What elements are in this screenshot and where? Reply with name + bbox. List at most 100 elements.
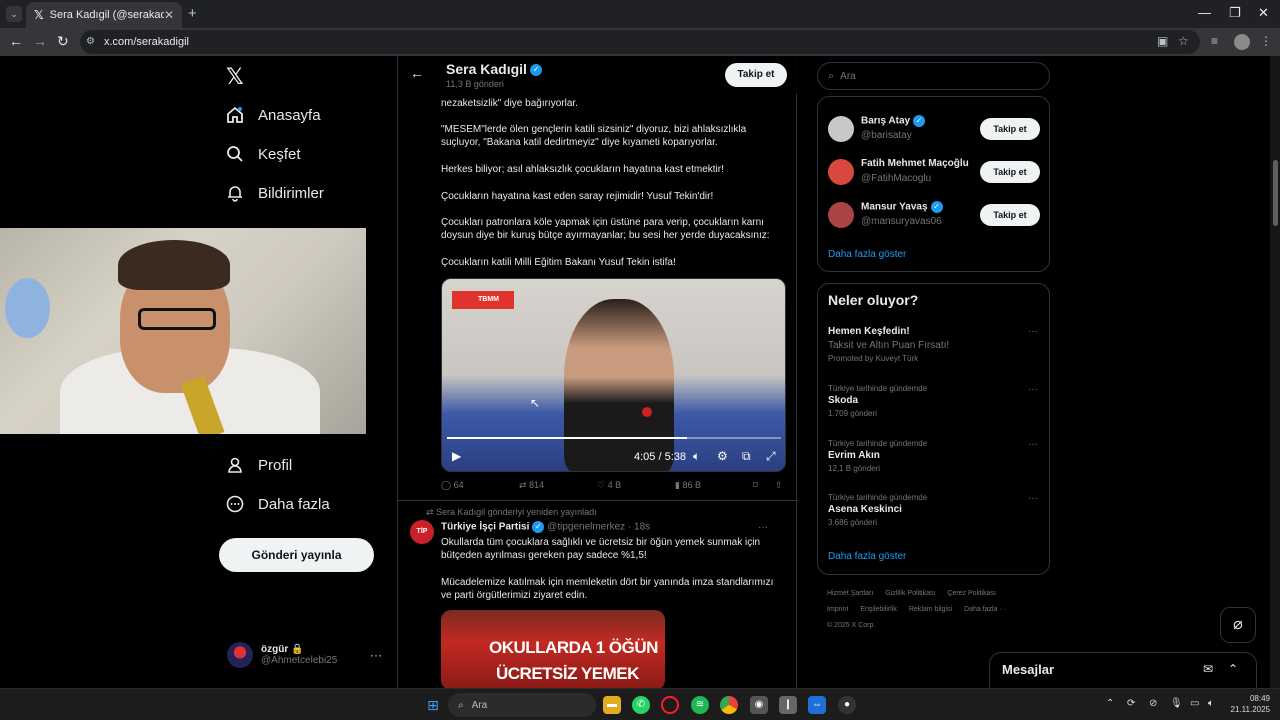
footer-link[interactable]: Çerez Politikası <box>947 590 996 597</box>
follow-button[interactable]: Takip et <box>725 63 787 87</box>
browser-tab-strip: ⌄ 𝕏 Sera Kadıgil (@serakadigil) / X ✕ + … <box>0 0 1280 28</box>
opera-icon[interactable] <box>661 696 679 714</box>
restore-button[interactable]: ❐ <box>1229 5 1241 21</box>
browser-tab[interactable]: 𝕏 Sera Kadıgil (@serakadigil) / X ✕ <box>26 2 182 28</box>
spotify-icon[interactable]: ≋ <box>691 696 709 714</box>
microphone-icon[interactable]: ❙ <box>779 696 797 714</box>
post-button[interactable]: Gönderi yayınla <box>219 538 374 572</box>
tray-expand-icon[interactable]: ⌃ <box>1106 698 1114 709</box>
teamviewer-icon[interactable]: ⇔ <box>808 696 826 714</box>
footer-link[interactable]: Imprint <box>827 606 848 613</box>
account-switcher[interactable]: özgür 🔒 @Ahmetcelebi25 <box>227 642 337 668</box>
image-text: OKULLARDA 1 ÖĞÜN <box>489 638 658 657</box>
footer-link[interactable]: Hizmet Şartları <box>827 590 873 597</box>
browser-profile-avatar[interactable] <box>1234 34 1250 50</box>
reload-button[interactable]: ↻ <box>57 33 69 50</box>
site-info-icon[interactable]: ⚙ <box>86 36 95 47</box>
nav-explore[interactable]: Keşfet <box>226 145 301 163</box>
volume-icon[interactable]: 🔈︎ <box>693 449 700 464</box>
post-count: 11,3 B gönderi <box>446 79 504 89</box>
nav-profile[interactable]: Profil <box>226 456 292 474</box>
fullscreen-icon[interactable]: ⤢ <box>766 449 776 464</box>
views-button[interactable]: ▮ 86 B <box>675 480 701 491</box>
messages-drawer[interactable]: Mesajlar ✉ ⌃ <box>989 652 1257 688</box>
search-icon: ⌕ <box>458 699 464 711</box>
grok-icon[interactable]: ⌀ <box>1220 607 1256 643</box>
back-arrow-icon[interactable]: ← <box>410 65 424 81</box>
browser-menu-icon[interactable]: ⋮ <box>1260 34 1272 48</box>
tweet-author-line[interactable]: Türkiye İşçi Partisi ✓ @tipgenelmerkez · … <box>441 521 650 533</box>
trend-item[interactable]: Türkiye tarihinde gündemde Asena Keskinc… <box>828 493 1040 527</box>
trend-more-icon[interactable]: ··· <box>1028 439 1038 450</box>
trend-item[interactable]: Türkiye tarihinde gündemde Evrim Akın 12… <box>828 439 1040 473</box>
footer-link[interactable]: Gizlilik Politikası <box>885 590 935 597</box>
promoted-trend[interactable]: Hemen Keşfedin! Taksit ve Altın Puan Fır… <box>828 326 1040 363</box>
file-explorer-icon[interactable]: ▬ <box>603 696 621 714</box>
trend-more-icon[interactable]: ··· <box>1028 326 1038 337</box>
trend-more-icon[interactable]: ··· <box>1028 493 1038 504</box>
follow-button[interactable]: Takip et <box>980 161 1040 183</box>
back-button[interactable]: ← <box>9 33 23 49</box>
tweet-divider <box>398 500 798 501</box>
trend-item[interactable]: Türkiye tarihinde gündemde Skoda 1.709 g… <box>828 384 1040 418</box>
bookmark-icon[interactable]: ⌑ <box>753 480 758 491</box>
app-icon[interactable]: ● <box>838 696 856 714</box>
footer-link[interactable]: Reklam bilgisi <box>909 606 952 613</box>
window-close-button[interactable]: ✕ <box>1258 5 1269 21</box>
page-scrollbar[interactable] <box>1270 56 1280 688</box>
like-button[interactable]: ♡ 4 B <box>597 480 621 491</box>
display-icon[interactable]: ▭ <box>1190 698 1199 709</box>
camera-icon[interactable]: ◉ <box>750 696 768 714</box>
follow-suggestion[interactable]: Fatih Mehmet Maçoğlu @FatihMacoglu Takip… <box>828 155 1040 189</box>
verified-badge-icon: ✓ <box>930 201 943 213</box>
tip-avatar[interactable]: TİP <box>410 520 434 544</box>
install-app-icon[interactable]: ▣ <box>1157 34 1168 48</box>
follow-button[interactable]: Takip et <box>980 118 1040 140</box>
follow-suggestion[interactable]: Barış Atay ✓ @barisatay Takip et <box>828 112 1040 146</box>
network-off-icon[interactable]: ⊘ <box>1149 698 1157 709</box>
video-player[interactable]: TBMM ▶ 4:05 / 5:38 🔈︎ ⚙ ⧉ ⤢ <box>441 278 786 472</box>
taskbar-search[interactable]: ⌕ Ara <box>448 693 596 717</box>
tab-close-icon[interactable]: ✕ <box>164 8 174 22</box>
x-logo-icon[interactable]: 𝕏 <box>226 64 244 90</box>
whatsapp-icon[interactable]: ✆ <box>632 696 650 714</box>
share-icon[interactable]: ⇧ <box>775 480 783 491</box>
tweet-more-icon[interactable]: ··· <box>758 522 768 533</box>
play-icon[interactable]: ▶ <box>452 449 461 463</box>
new-tab-button[interactable]: + <box>188 5 197 22</box>
person-icon <box>226 456 244 474</box>
speaker-icon[interactable]: 🔈︎ <box>1208 698 1214 709</box>
expand-icon[interactable]: ⌃ <box>1228 662 1238 676</box>
nav-notifications[interactable]: Bildirimler <box>226 184 324 202</box>
sync-icon[interactable]: ⟳ <box>1127 698 1135 709</box>
tab-list-button[interactable]: ⌄ <box>6 6 22 22</box>
trend-more-icon[interactable]: ··· <box>1028 384 1038 395</box>
minimize-button[interactable]: — <box>1198 5 1211 20</box>
scrollbar-thumb[interactable] <box>1273 160 1278 226</box>
tweet-image[interactable]: OKULLARDA 1 ÖĞÜN ÜCRETSİZ YEMEK <box>441 610 665 688</box>
picture-in-picture-icon[interactable]: ⧉ <box>742 449 751 464</box>
nav-home[interactable]: Anasayfa <box>226 106 321 124</box>
new-message-icon[interactable]: ✉ <box>1203 662 1213 676</box>
video-progress-bar[interactable] <box>447 437 781 439</box>
footer-link[interactable]: Erişilebilirlik <box>860 606 897 613</box>
footer-link[interactable]: Daha fazla ··· <box>964 606 1006 613</box>
reading-list-icon[interactable]: ≡ <box>1211 34 1218 48</box>
mic-tray-icon[interactable]: 🎙︎ <box>1170 698 1183 709</box>
windows-start-icon[interactable]: ⊞ <box>424 696 442 714</box>
address-bar[interactable]: x.com/serakadigil <box>80 30 1200 54</box>
settings-icon[interactable]: ⚙ <box>717 449 728 463</box>
forward-button[interactable]: → <box>33 33 47 49</box>
taskbar-clock[interactable]: 08:49 21.11.2025 <box>1226 693 1270 715</box>
show-more-link[interactable]: Daha fazla göster <box>828 551 906 562</box>
reply-button[interactable]: ◯ 64 <box>441 480 464 491</box>
repost-button[interactable]: ⇄ 814 <box>519 480 544 491</box>
account-more-icon[interactable]: ··· <box>370 648 382 662</box>
nav-more[interactable]: Daha fazla <box>226 495 330 513</box>
chrome-icon[interactable] <box>720 696 738 714</box>
bookmark-star-icon[interactable]: ☆ <box>1178 34 1189 48</box>
follow-button[interactable]: Takip et <box>980 204 1040 226</box>
search-input[interactable]: ⌕ Ara <box>817 62 1050 90</box>
follow-suggestion[interactable]: Mansur Yavaş ✓ @mansuryavas06 Takip et <box>828 198 1040 232</box>
show-more-link[interactable]: Daha fazla göster <box>828 249 906 260</box>
